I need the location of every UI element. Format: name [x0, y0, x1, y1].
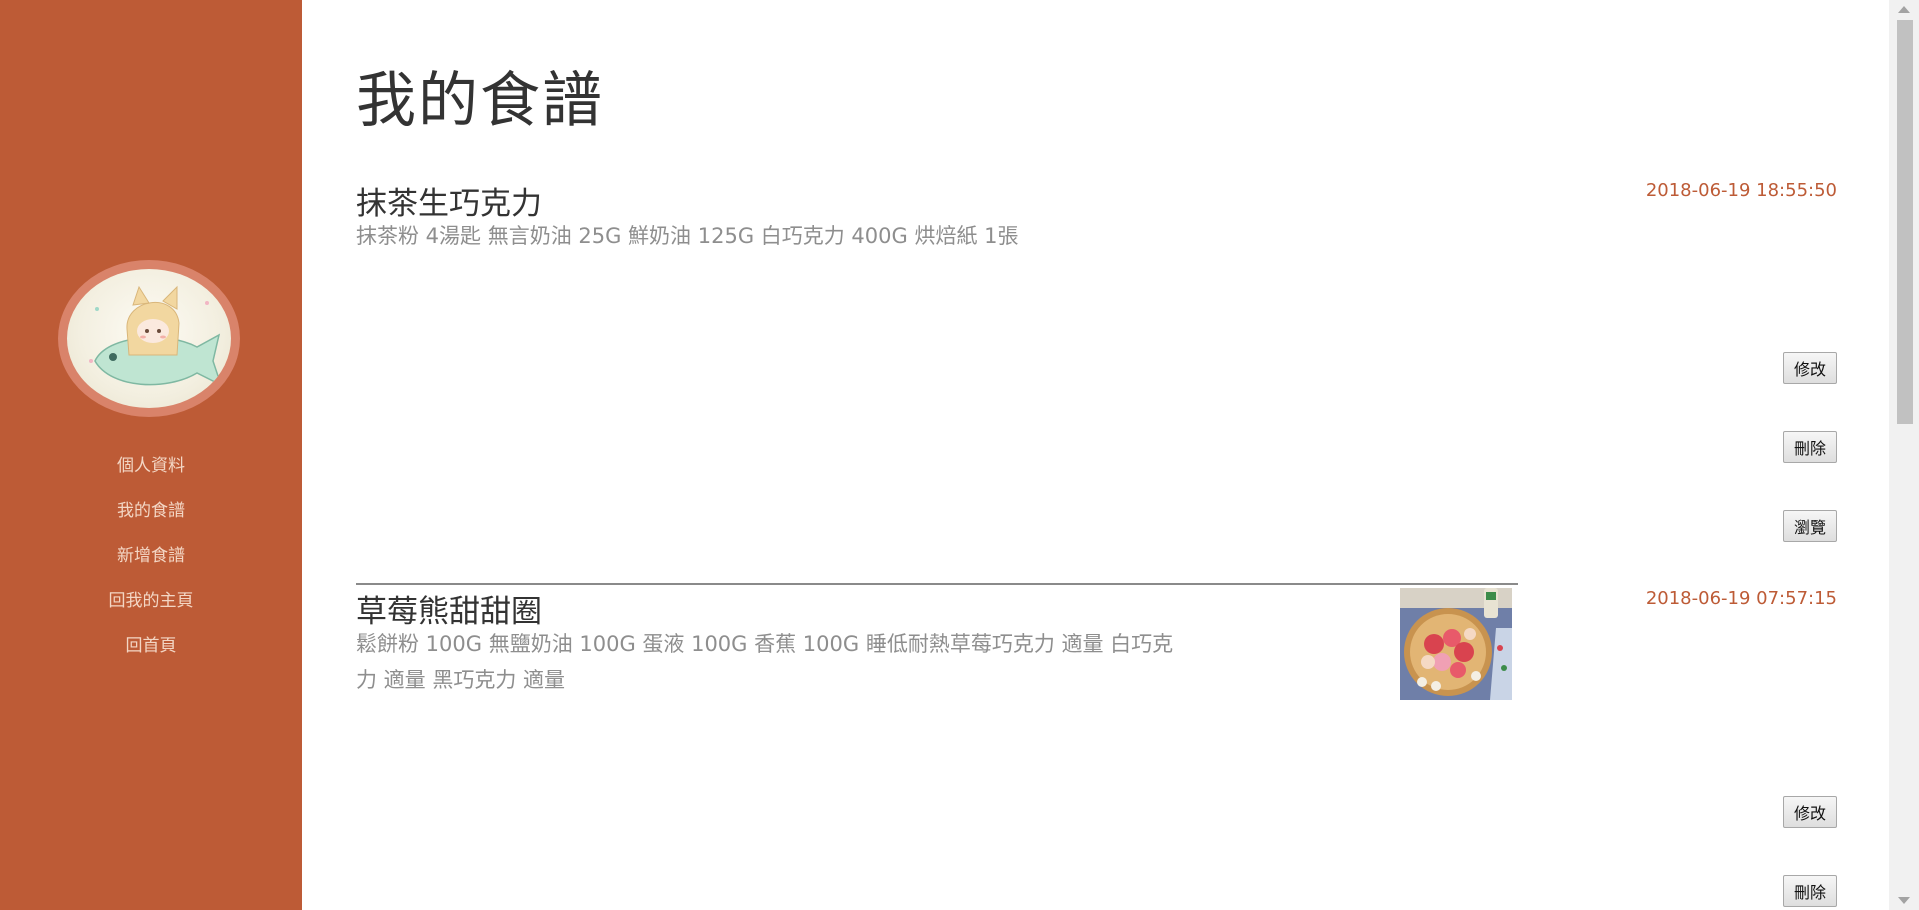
scroll-up-arrow-icon[interactable] — [1898, 6, 1910, 13]
delete-button[interactable]: 刪除 — [1783, 875, 1837, 907]
avatar — [67, 269, 231, 408]
vertical-scrollbar[interactable] — [1889, 0, 1919, 910]
nav-item-profile[interactable]: 個人資料 — [0, 444, 302, 489]
recipe-ingredients: 抹茶粉 4湯匙 無言奶油 25G 鮮奶油 125G 白巧克力 400G 烘焙紙 … — [356, 224, 1019, 248]
avatar-illustration-icon — [89, 285, 223, 387]
strawberry-donut-photo-icon — [1400, 588, 1512, 700]
recipe-card: 抹茶生巧克力 抹茶粉 4湯匙 無言奶油 25G 鮮奶油 125G 白巧克力 40… — [356, 178, 1837, 558]
nav-item-my-recipes[interactable]: 我的食譜 — [0, 489, 302, 534]
sidebar-nav: 個人資料 我的食譜 新增食譜 回我的主頁 回首頁 — [0, 444, 302, 669]
nav-item-my-homepage[interactable]: 回我的主頁 — [0, 579, 302, 624]
recipe-date: 2018-06-19 18:55:50 — [1645, 180, 1837, 201]
nav-item-home[interactable]: 回首頁 — [0, 624, 302, 669]
recipe-photo[interactable] — [1400, 588, 1512, 700]
nav-item-add-recipe[interactable]: 新增食譜 — [0, 534, 302, 579]
recipe-name: 草莓熊甜甜圈 — [356, 594, 542, 630]
avatar-frame — [58, 260, 240, 417]
recipe-date: 2018-06-19 07:57:15 — [1645, 588, 1837, 609]
scrollbar-thumb[interactable] — [1897, 20, 1913, 424]
view-button[interactable]: 瀏覽 — [1783, 510, 1837, 542]
scroll-down-arrow-icon[interactable] — [1898, 897, 1910, 904]
page-title: 我的食譜 — [356, 66, 604, 136]
recipe-card: 草莓熊甜甜圈 鬆餅粉 100G 無鹽奶油 100G 蛋液 100G 香蕉 100… — [356, 586, 1837, 910]
delete-button[interactable]: 刪除 — [1783, 431, 1837, 463]
recipe-ingredients: 鬆餅粉 100G 無鹽奶油 100G 蛋液 100G 香蕉 100G 睡低耐熱草… — [356, 632, 1174, 692]
recipe-divider — [356, 583, 1518, 585]
edit-button[interactable]: 修改 — [1783, 352, 1837, 384]
edit-button[interactable]: 修改 — [1783, 796, 1837, 828]
recipe-name: 抹茶生巧克力 — [356, 186, 542, 222]
sidebar: 個人資料 我的食譜 新增食譜 回我的主頁 回首頁 — [0, 0, 302, 910]
main-content: 我的食譜 抹茶生巧克力 抹茶粉 4湯匙 無言奶油 25G 鮮奶油 125G 白巧… — [302, 0, 1889, 910]
